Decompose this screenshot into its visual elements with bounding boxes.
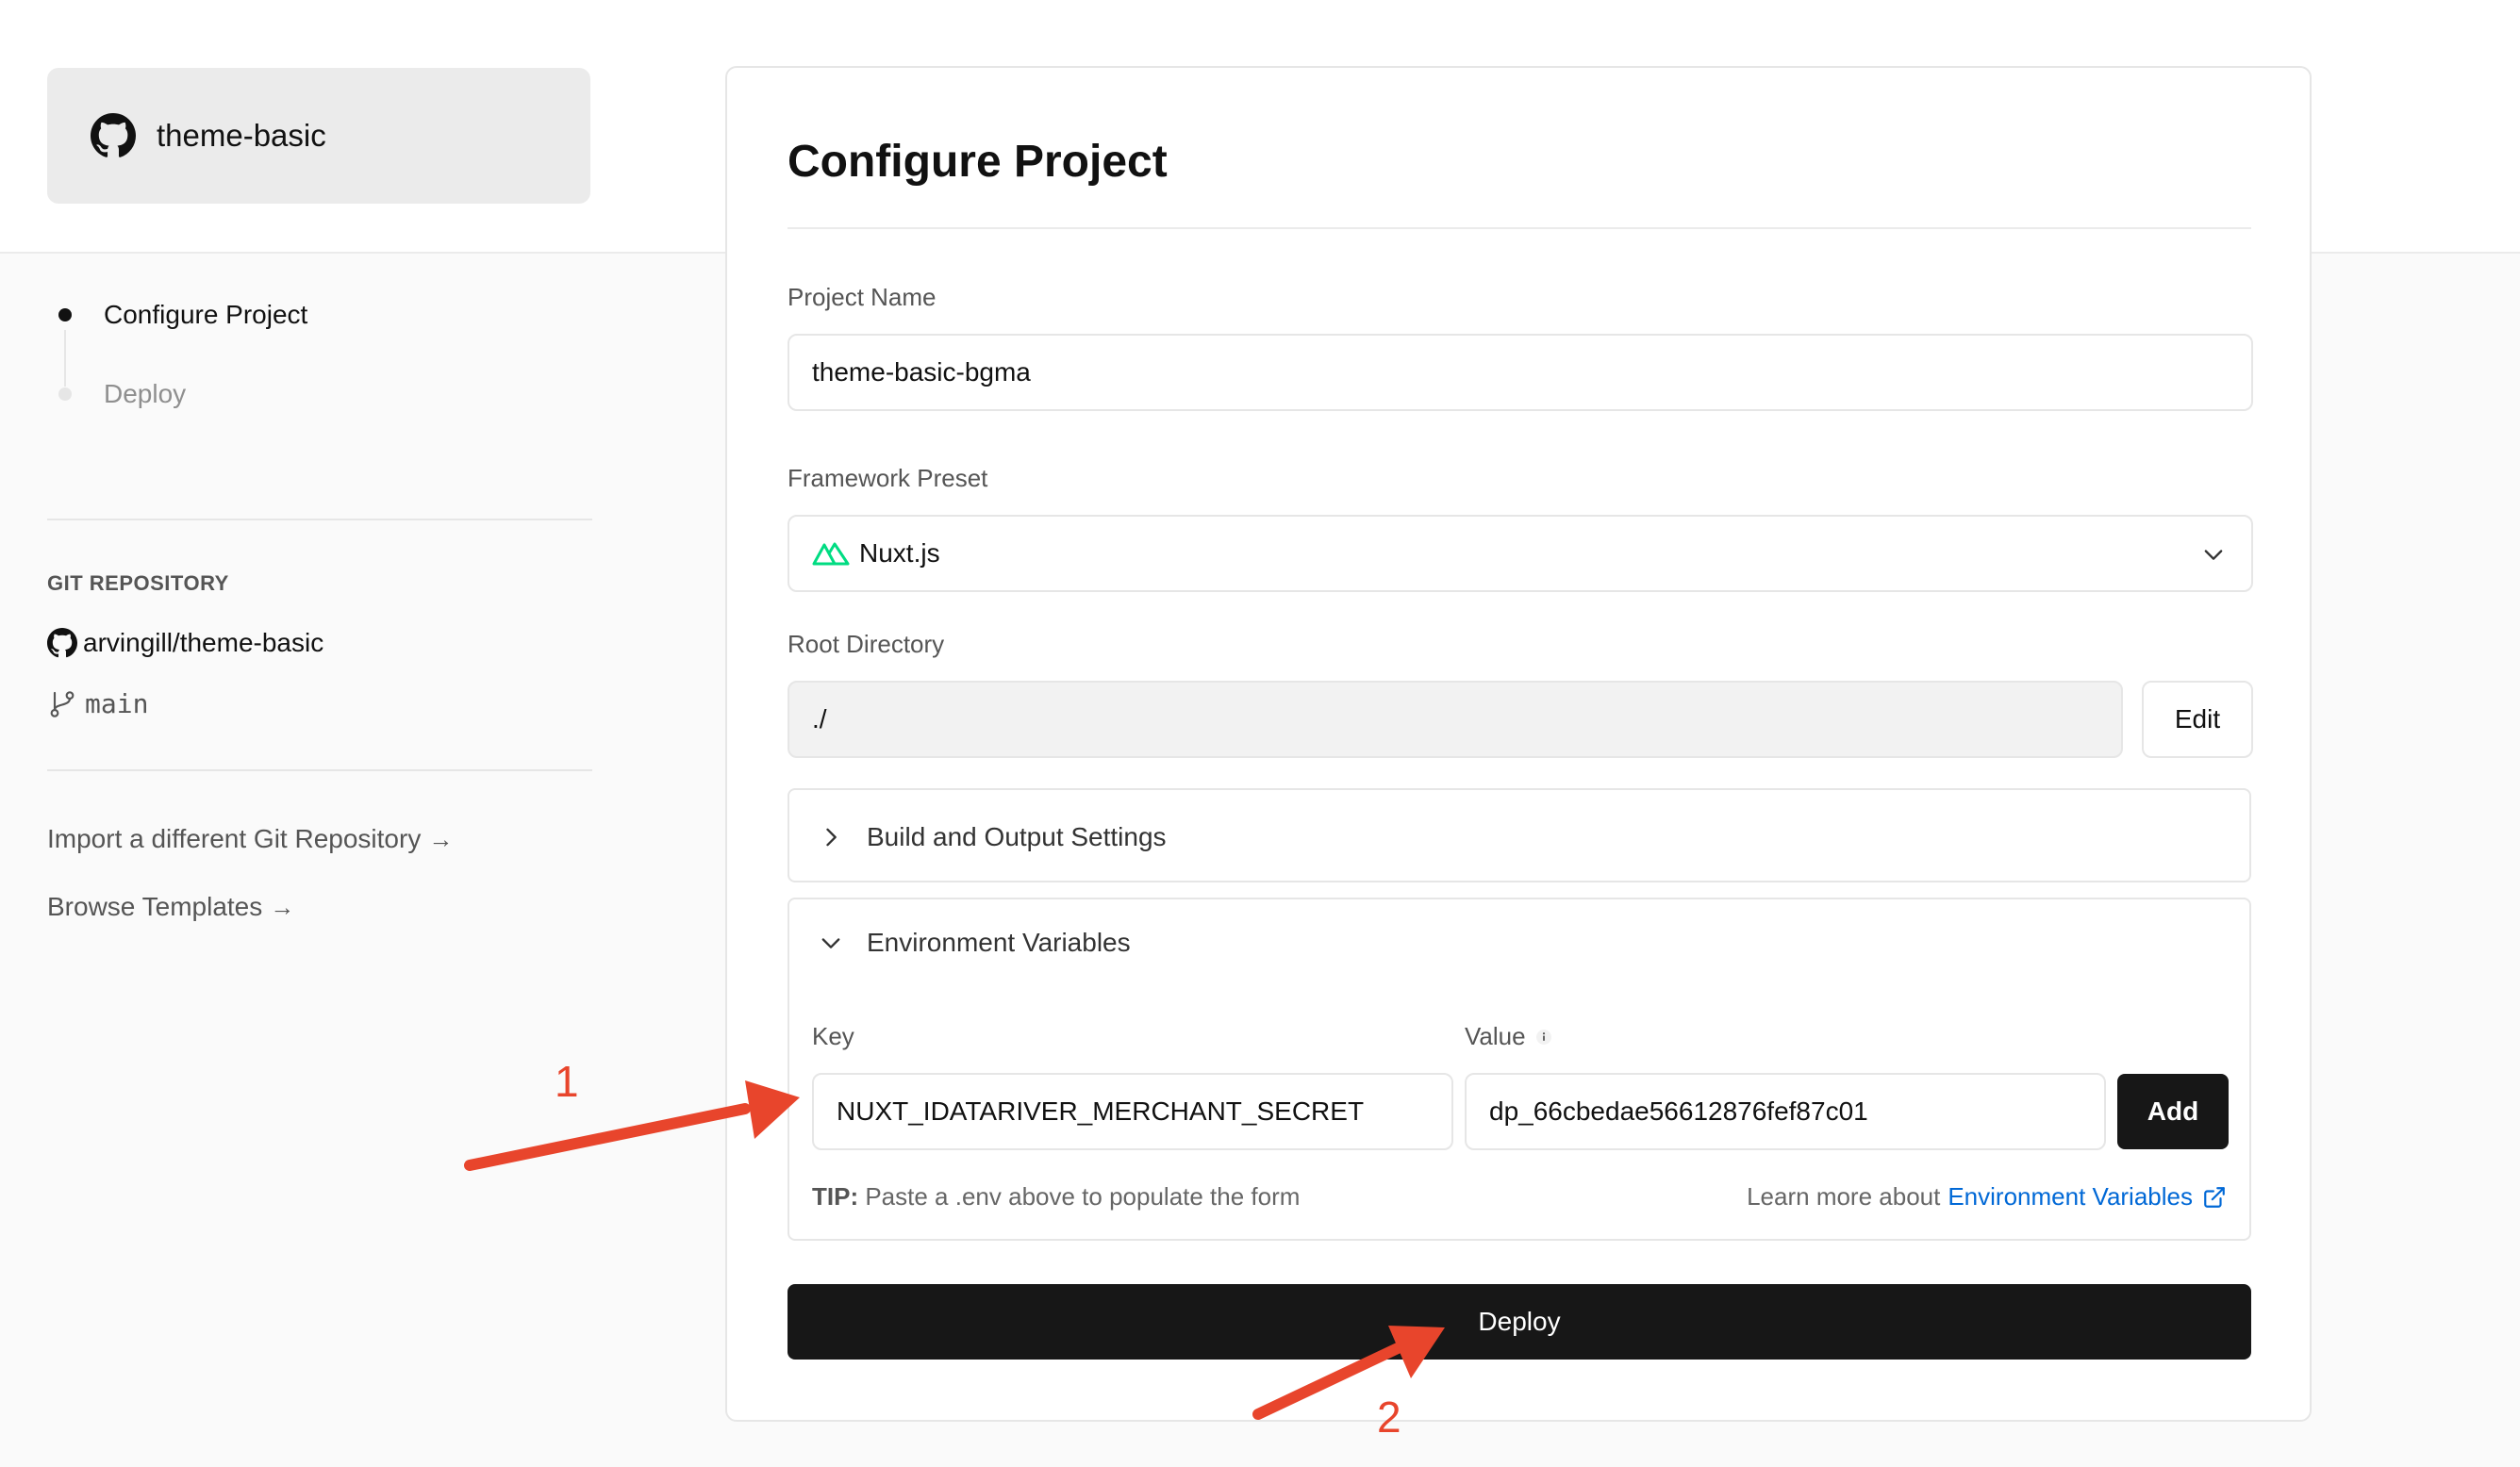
edit-root-directory-button[interactable]: Edit: [2142, 681, 2253, 758]
annotation-marker-2: 2: [1377, 1393, 1401, 1442]
step-pending-dot: [58, 387, 72, 401]
env-value-input[interactable]: dp_66cbedae56612876fef87c01: [1465, 1073, 2106, 1150]
chevron-down-icon: [821, 938, 840, 948]
tip-text: Paste a .env above to populate the form: [865, 1182, 1301, 1211]
git-repository-heading: GIT REPOSITORY: [47, 571, 229, 595]
chevron-down-icon: [2204, 550, 2223, 560]
info-icon[interactable]: [1535, 1029, 1552, 1046]
step-connector: [64, 330, 66, 387]
learn-more-env: Learn more about Environment Variables: [1747, 1182, 2227, 1212]
external-link-icon[interactable]: [2202, 1185, 2227, 1210]
learn-prefix: Learn more about: [1747, 1182, 1941, 1211]
project-name-label: Project Name: [788, 283, 937, 311]
step-label: Configure Project: [104, 300, 308, 329]
section-title: Environment Variables: [867, 928, 1131, 957]
github-icon: [47, 628, 77, 658]
build-output-settings-header[interactable]: Build and Output Settings: [818, 822, 1167, 852]
framework-preset-label: Framework Preset: [788, 464, 988, 492]
git-repo-link[interactable]: arvingill/theme-basic: [47, 628, 323, 658]
env-key-value: NUXT_IDATARIVER_MERCHANT_SECRET: [837, 1096, 1365, 1126]
github-icon: [91, 113, 136, 157]
sidebar-divider: [47, 519, 592, 520]
git-branch-icon: [50, 690, 75, 717]
root-directory-label: Root Directory: [788, 630, 945, 658]
step-label: Deploy: [104, 379, 187, 408]
build-output-settings-section[interactable]: Build and Output Settings: [788, 788, 2251, 882]
key-label-text: Key: [812, 1022, 854, 1050]
step-deploy: Deploy: [47, 379, 186, 409]
environment-variables-section: Environment Variables Key Value NUXT_IDA…: [788, 898, 2251, 1241]
framework-preset-select[interactable]: Nuxt.js: [788, 515, 2253, 592]
title-divider: [788, 227, 2251, 229]
env-key-input[interactable]: NUXT_IDATARIVER_MERCHANT_SECRET: [812, 1073, 1453, 1150]
framework-preset-value: Nuxt.js: [859, 538, 940, 568]
link-label: Browse Templates: [47, 892, 263, 921]
arrow-right-icon: →: [428, 824, 454, 853]
link-label: Import a different Git Repository: [47, 824, 422, 853]
env-tip: TIP: Paste a .env above to populate the …: [812, 1182, 1300, 1212]
page-title: Configure Project: [788, 137, 1168, 187]
value-label-text: Value: [1465, 1022, 1526, 1050]
import-git-repository-link[interactable]: Import a different Git Repository →: [47, 824, 453, 854]
env-value-label: Value: [1465, 1022, 1552, 1051]
arrow-right-icon: →: [270, 892, 295, 921]
git-branch: main: [47, 688, 148, 719]
section-title: Build and Output Settings: [867, 822, 1167, 851]
step-active-dot: [58, 308, 72, 321]
add-env-variable-button[interactable]: Add: [2117, 1074, 2229, 1149]
git-repo-name: arvingill/theme-basic: [83, 628, 324, 657]
env-value-value: dp_66cbedae56612876fef87c01: [1489, 1096, 1868, 1126]
deploy-button[interactable]: Deploy: [788, 1284, 2251, 1360]
tip-bold: TIP:: [812, 1182, 859, 1211]
environment-variables-header[interactable]: Environment Variables: [818, 928, 1131, 958]
browse-templates-link[interactable]: Browse Templates →: [47, 892, 294, 922]
root-directory-input: ./: [788, 681, 2123, 758]
repo-card-name: theme-basic: [157, 118, 326, 153]
sidebar-divider: [47, 769, 592, 771]
configure-project-card: Configure Project Project Name theme-bas…: [725, 66, 2312, 1422]
nuxt-logo-icon: [812, 542, 850, 566]
git-branch-name: main: [85, 688, 149, 719]
root-directory-value: ./: [812, 704, 827, 734]
step-configure-project: Configure Project: [47, 300, 307, 330]
project-name-input[interactable]: theme-basic-bgma: [788, 334, 2253, 411]
repo-card[interactable]: theme-basic: [47, 68, 590, 204]
chevron-right-icon: [826, 828, 837, 847]
project-name-value: theme-basic-bgma: [812, 357, 1031, 387]
environment-variables-link[interactable]: Environment Variables: [1948, 1182, 2193, 1212]
annotation-marker-1: 1: [555, 1057, 579, 1106]
env-key-label: Key: [812, 1022, 854, 1051]
